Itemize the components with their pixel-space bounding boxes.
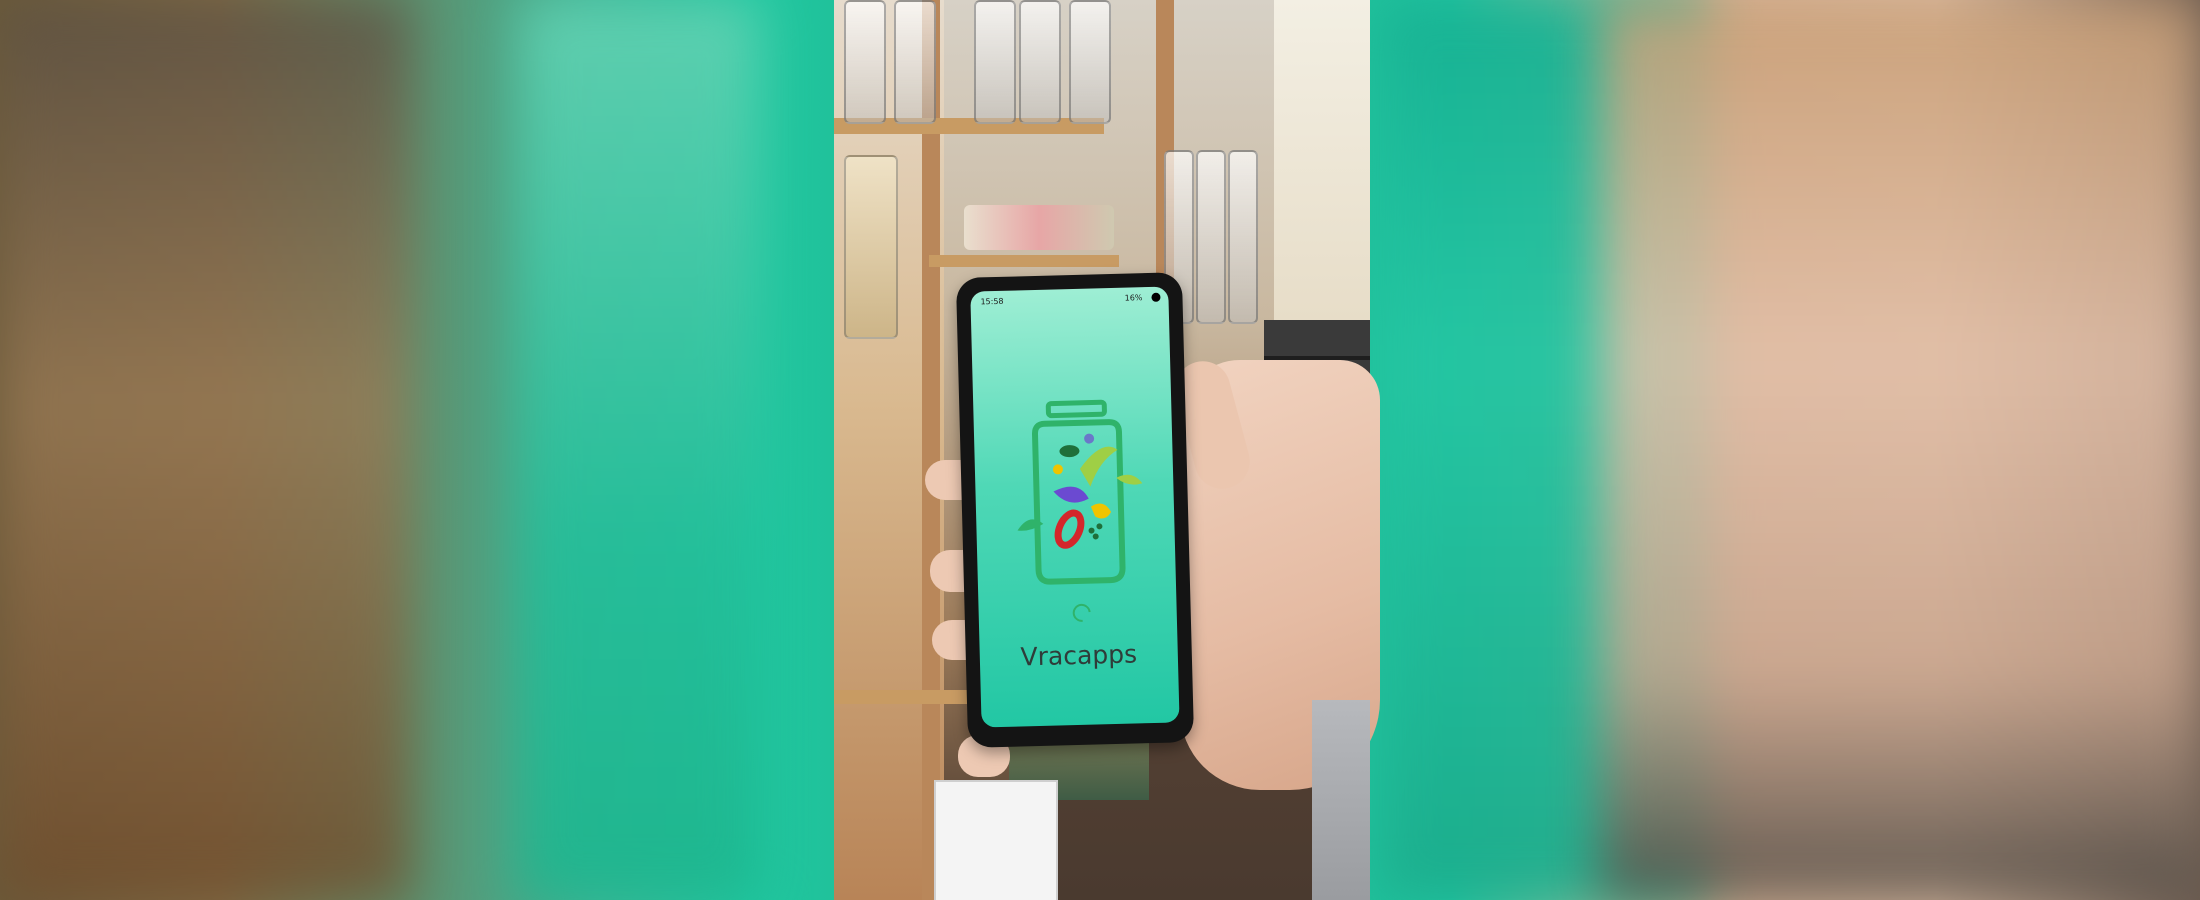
smartphone: 15:58 16% Vracapps — [955, 272, 1195, 748]
app-name: Vracapps — [1020, 639, 1138, 672]
shelf-board — [834, 690, 984, 704]
bulk-dispenser — [974, 0, 1016, 124]
white-crate — [934, 780, 1058, 900]
loading-spinner-icon — [1069, 600, 1095, 626]
phone-screen[interactable]: 15:58 16% Vracapps — [970, 286, 1180, 728]
shelf-board — [929, 255, 1119, 267]
store-wall — [1274, 0, 1370, 320]
jar-with-vegetables-icon — [1006, 397, 1151, 591]
bulk-dispenser — [894, 0, 936, 124]
bulk-dispenser — [1196, 150, 1226, 324]
bulk-dispenser — [1069, 0, 1111, 124]
status-battery: 16% — [1124, 292, 1143, 303]
shelf-post — [922, 0, 940, 900]
blurred-background-right — [1600, 0, 2200, 900]
photo-frame: 15:58 16% Vracapps — [0, 0, 2200, 900]
bulk-dispenser — [1228, 150, 1258, 324]
bulk-dispenser — [844, 0, 886, 124]
status-bar: 15:58 16% — [970, 286, 1168, 311]
cloth-bags — [964, 205, 1114, 250]
blurred-background-left-teal — [520, 0, 760, 900]
grain-tube — [844, 155, 898, 339]
status-time: 15:58 — [980, 296, 1004, 306]
sleeve — [1312, 700, 1370, 900]
bulk-dispenser — [1019, 0, 1061, 124]
blurred-background-left — [0, 0, 410, 900]
